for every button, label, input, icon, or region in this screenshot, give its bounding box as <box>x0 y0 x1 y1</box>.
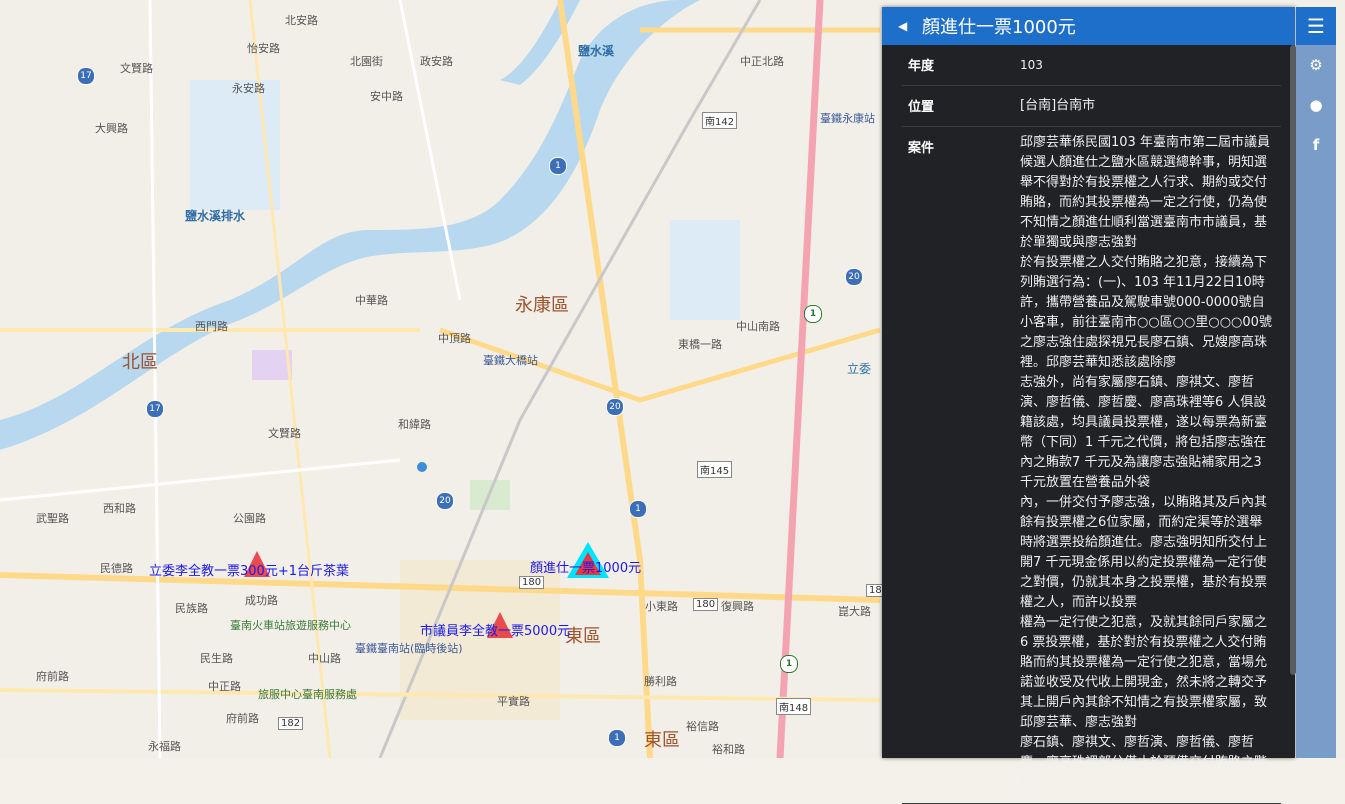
highway-shield: 17 <box>77 67 95 85</box>
case-paragraph: 於有投票權之人交付賄賂之犯意，接續為下列賄選行為：(一)、103 年11月22日… <box>1020 255 1272 370</box>
road-label: 永福路 <box>148 740 181 753</box>
panel-body: 年度 103 位置 [台南]台南市 案件 邱廖芸華係民國103 年臺南市第二屆市… <box>882 45 1295 804</box>
road-label: 北園街 <box>350 55 383 68</box>
road-label: 中華路 <box>355 294 388 307</box>
menu-icon[interactable]: ☰ <box>1296 7 1336 45</box>
station-label: 臺鐵臺南站(臨時後站) <box>355 642 463 655</box>
facebook-icon[interactable]: f <box>1296 125 1336 165</box>
road-label: 府前路 <box>36 670 69 683</box>
road-label: 北安路 <box>285 14 318 27</box>
sidebar: ☰ ⚙ ● f <box>1296 7 1336 758</box>
road-label: 成功路 <box>245 594 278 607</box>
highway-shield: 1 <box>549 157 567 175</box>
highway-shield: 20 <box>606 398 624 416</box>
panel-header: ◀ 顏進仕一票1000元 <box>882 7 1295 45</box>
road-label: 民生路 <box>200 652 233 665</box>
github-icon[interactable]: ● <box>1296 85 1336 125</box>
road-label: 公園路 <box>233 512 266 525</box>
road-label: 中正北路 <box>740 55 784 68</box>
marker-label[interactable]: 市議員李全教一票5000元 <box>420 620 570 639</box>
road-label: 崑大路 <box>838 605 871 618</box>
route-box: 南148 <box>776 698 812 715</box>
road-label: 復興路 <box>721 600 754 613</box>
district-label: 永康區 <box>515 295 569 316</box>
road-label: 中山路 <box>308 652 341 665</box>
water-label: 鹽水溪 <box>578 44 615 58</box>
year-label: 年度 <box>908 59 935 74</box>
station-label: 臺鐵大橋站 <box>483 354 538 367</box>
row-case: 案件 邱廖芸華係民國103 年臺南市第二屆市議員候選人顏進仕之鹽水區競選總幹事，… <box>902 127 1281 804</box>
case-paragraph: 廖石鎮、廖祺文、廖哲演、廖哲儀、廖哲慶、廖高珠裡部分僅止於預備交付賄賂之階段。 <box>1020 735 1268 790</box>
district-label: 東區 <box>565 626 601 647</box>
row-location: 位置 [台南]台南市 <box>902 86 1281 127</box>
road-label: 東橋一路 <box>678 338 722 351</box>
district-label: 北區 <box>122 352 158 373</box>
road-label: 怡安路 <box>247 42 280 55</box>
case-paragraph: 內，一併交付予廖志強，以賄賂其及戶內其餘有投票權之6位家屬，而約定渠等於選舉時將… <box>1020 495 1268 610</box>
case-label: 案件 <box>908 141 935 156</box>
case-paragraph: 邱廖芸華係民國103 年臺南市第二屆市議員候選人顏進仕之鹽水區競選總幹事，明知選… <box>1020 135 1270 250</box>
road-label: 小東路 <box>645 600 678 613</box>
road-label: 平實路 <box>497 695 530 708</box>
highway-shield: 20 <box>845 268 863 286</box>
road-label: 永安路 <box>232 82 265 95</box>
highway-shield: 1 <box>608 729 626 747</box>
row-year: 年度 103 <box>902 45 1281 86</box>
location-label: 位置 <box>908 100 935 115</box>
road-label: 中山南路 <box>736 320 780 333</box>
road-label: 西和路 <box>103 502 136 515</box>
road-label: 府前路 <box>226 712 259 725</box>
road-label: 大興路 <box>95 122 128 135</box>
highway-shield: 20 <box>436 492 454 510</box>
district-label: 東區 <box>644 730 680 751</box>
road-label: 民德路 <box>100 562 133 575</box>
case-paragraph: 權為一定行使之犯意，及就其餘同戶家屬之6 票投票權，基於對於有投票權之人交付賄賂… <box>1020 615 1268 730</box>
case-paragraph: 志強外，尚有家屬廖石鎮、廖祺文、廖哲演、廖哲儀、廖哲慶、廖高珠裡等6 人俱設籍該… <box>1020 375 1268 490</box>
road-label: 西門路 <box>195 320 228 333</box>
marker-label-selected[interactable]: 顏進仕一票1000元 <box>530 557 641 576</box>
water-label: 鹽水溪排水 <box>185 209 246 223</box>
route-box: 南142 <box>702 112 738 129</box>
route-box: 182 <box>278 717 304 730</box>
location-value: [台南]台南市 <box>1020 98 1096 113</box>
road-label: 文賢路 <box>268 427 301 440</box>
case-text: 邱廖芸華係民國103 年臺南市第二屆市議員候選人顏進仕之鹽水區競選總幹事，明知選… <box>1014 127 1281 803</box>
route-box: 180 <box>693 598 719 611</box>
poi-label: 臺南火車站旅遊服務中心 <box>230 619 351 632</box>
road-label: 政安路 <box>420 55 453 68</box>
station-label: 臺鐵永康站 <box>820 112 875 125</box>
water-label: 立委 <box>847 362 872 376</box>
highway-shield: 17 <box>146 400 164 418</box>
highway-shield: 1 <box>629 500 647 518</box>
road-label: 民族路 <box>175 602 208 615</box>
marker-label[interactable]: 立委李全教一票300元+1台斤茶葉 <box>149 560 349 579</box>
gear-icon[interactable]: ⚙ <box>1296 45 1336 85</box>
poi-label: 旅服中心臺南服務處 <box>258 688 357 701</box>
road-label: 中頂路 <box>438 332 471 345</box>
road-label: 裕和路 <box>712 743 745 756</box>
road-label: 中正路 <box>208 680 241 693</box>
road-label: 安中路 <box>370 90 403 103</box>
road-label: 和緯路 <box>398 418 431 431</box>
panel-title: 顏進仕一票1000元 <box>922 17 1076 38</box>
route-box: 南145 <box>697 461 733 478</box>
highway-shield: 1 <box>780 655 798 673</box>
road-label: 文賢路 <box>120 62 153 75</box>
route-box: 180 <box>519 576 545 589</box>
collapse-icon[interactable]: ◀ <box>898 19 914 33</box>
year-value: 103 <box>1020 58 1043 72</box>
road-label: 裕信路 <box>686 720 719 733</box>
road-label: 武聖路 <box>36 512 69 525</box>
info-panel: ◀ 顏進仕一票1000元 年度 103 位置 [台南]台南市 案件 邱廖芸華係民… <box>882 7 1295 804</box>
road-label: 勝利路 <box>644 675 677 688</box>
highway-shield: 1 <box>804 305 822 323</box>
